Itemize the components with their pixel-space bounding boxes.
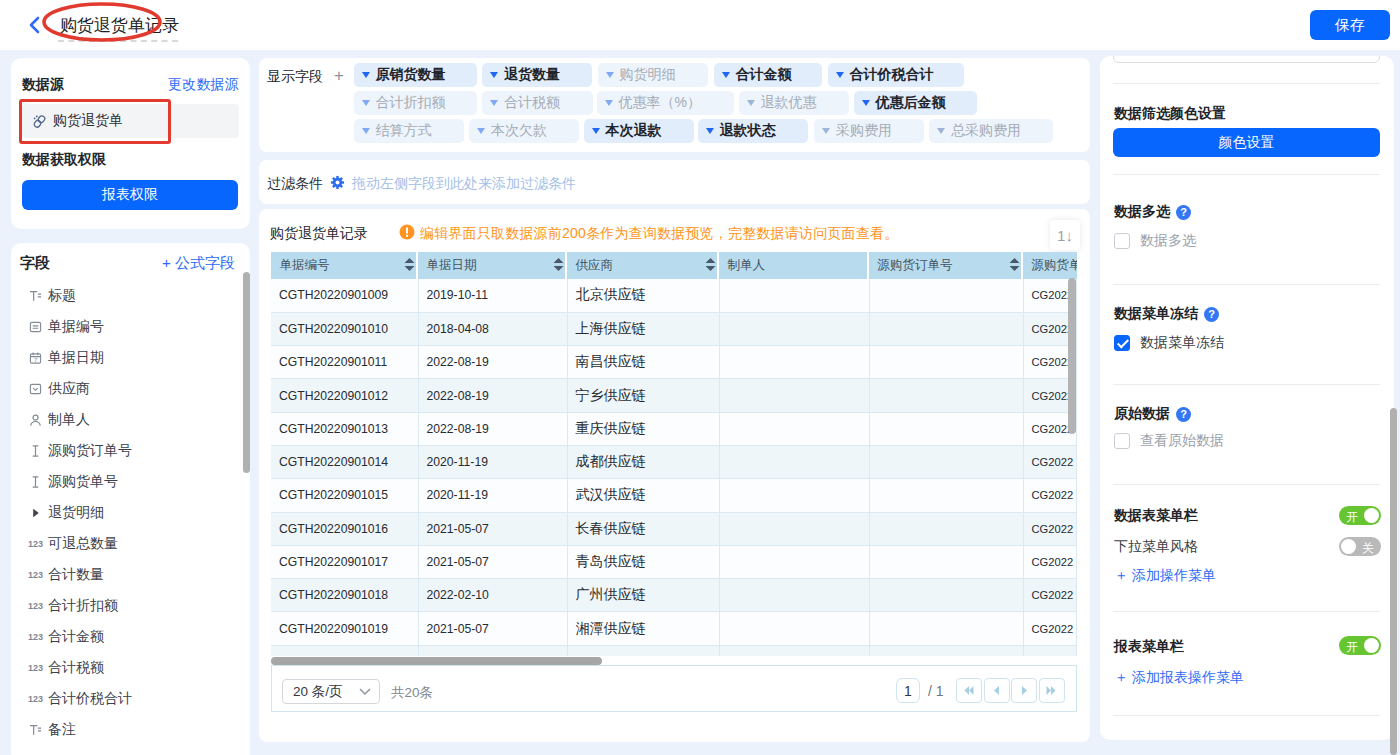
svg-text:7: 7 [34,357,38,363]
